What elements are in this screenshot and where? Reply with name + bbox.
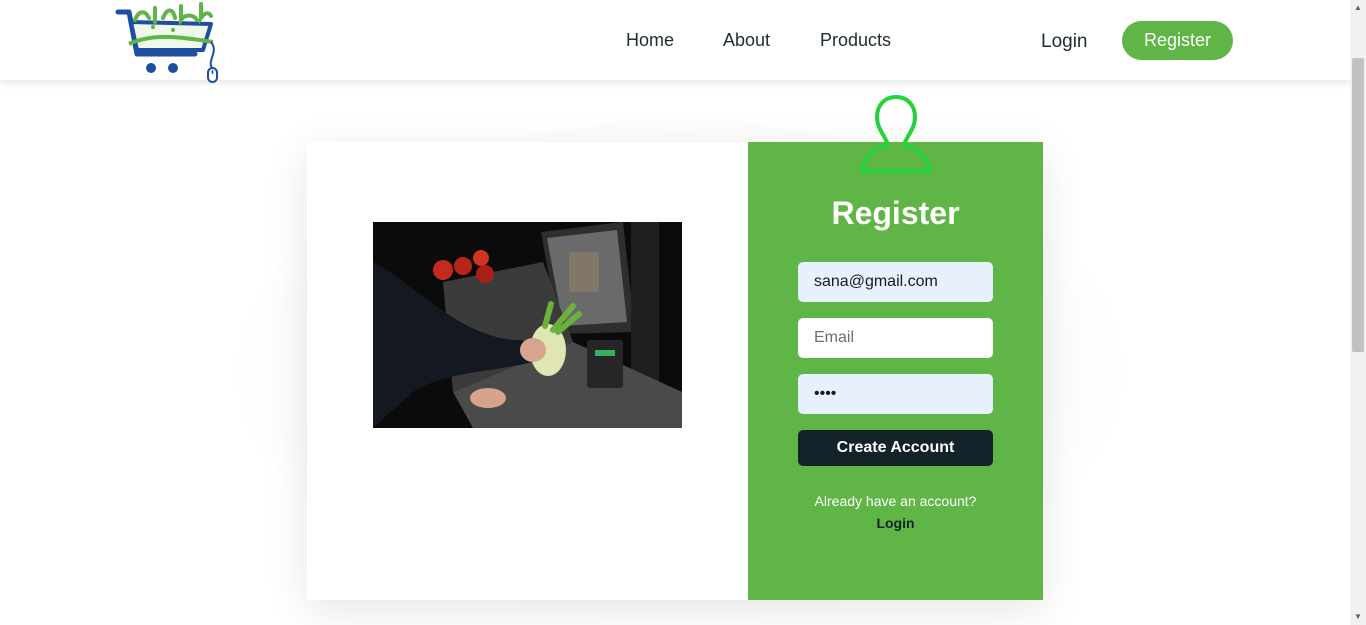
card-image-panel	[307, 142, 748, 600]
email-field[interactable]	[798, 318, 993, 358]
user-outline-icon	[860, 95, 932, 173]
checkout-photo	[373, 222, 682, 428]
top-navbar: Home About Products Login Register	[0, 0, 1350, 83]
register-form-panel: Register Create Account Already have an …	[748, 142, 1043, 600]
scroll-down-icon[interactable]: ▼	[1350, 609, 1366, 625]
scroll-up-icon[interactable]: ▲	[1350, 0, 1366, 16]
username-field[interactable]	[798, 262, 993, 302]
already-have-account-text: Already have an account?	[814, 493, 977, 509]
form-login-link[interactable]: Login	[748, 515, 1043, 531]
password-field[interactable]	[798, 374, 993, 414]
register-card: Register Create Account Already have an …	[307, 142, 1043, 600]
create-account-button[interactable]: Create Account	[798, 430, 993, 466]
cart-logo-icon[interactable]	[115, 2, 221, 84]
scrollbar-thumb[interactable]	[1352, 58, 1364, 352]
nav-login-link[interactable]: Login	[1041, 31, 1088, 53]
nav-about-link[interactable]: About	[723, 30, 770, 51]
nav-home-link[interactable]: Home	[626, 30, 674, 51]
nav-register-button[interactable]: Register	[1122, 21, 1233, 60]
nav-products-link[interactable]: Products	[820, 30, 891, 51]
page-scrollbar[interactable]: ▲ ▼	[1350, 0, 1366, 625]
register-title: Register	[831, 195, 960, 231]
